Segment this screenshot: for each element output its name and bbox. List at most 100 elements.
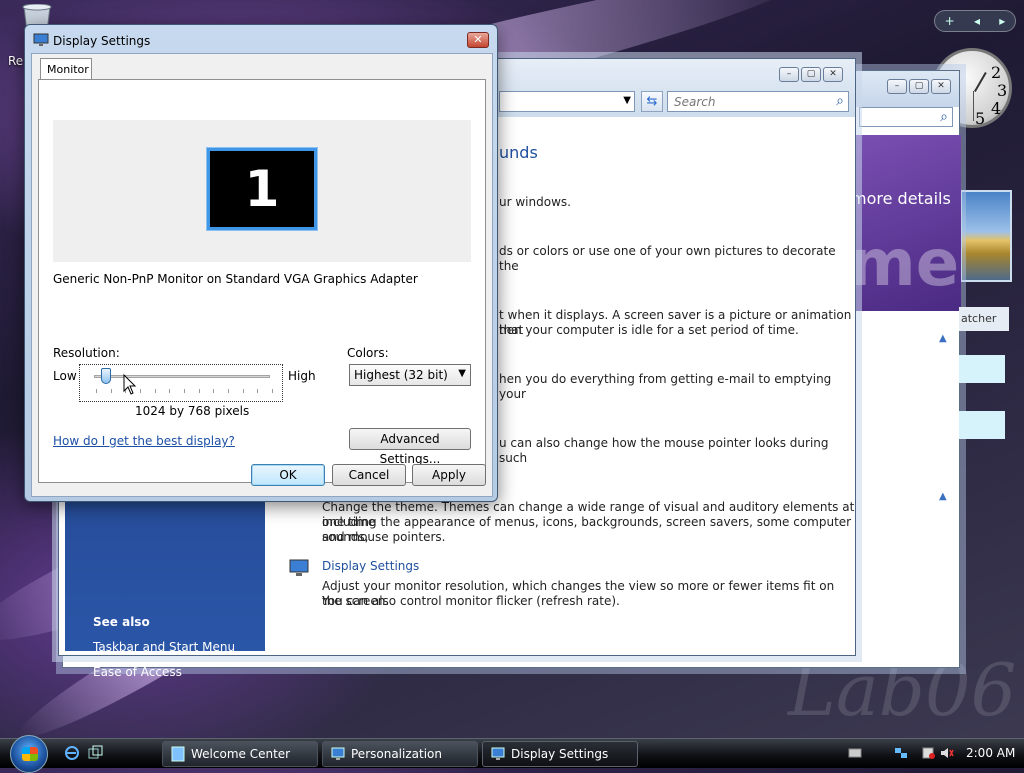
taskbar-item-welcome-center[interactable]: Welcome Center [162,741,318,767]
monitor-tab-panel: 1 Generic Non-PnP Monitor on Standard VG… [38,79,486,483]
slider-tick [242,389,244,393]
slider-tick [198,389,200,393]
slider-thumb[interactable] [100,368,111,384]
slider-tick [110,389,112,393]
colors-selected-value: Highest (32 bit) [354,368,448,382]
cancel-button[interactable]: Cancel [332,464,406,486]
chevron-down-icon[interactable]: ▼ [458,368,466,379]
high-label: High [288,369,316,383]
taskbar: Welcome Center Personalization Display S… [0,735,1024,773]
page-title: unds [499,143,538,162]
task-label: Display Settings [511,747,609,761]
side-tab[interactable]: atcher [959,307,1009,331]
clock-minute-hand [973,91,974,121]
volume-muted-icon[interactable] [940,747,954,759]
slider-tick [257,389,259,393]
clock-numeral: 2 [991,63,1002,82]
monitor-preview-area: 1 [53,120,471,262]
start-button[interactable] [10,735,48,773]
search-icon[interactable]: ⌕ [836,93,844,109]
advanced-settings-button[interactable]: Advanced Settings... [349,428,471,466]
dialog-client: Monitor 1 Generic Non-PnP Monitor on Sta… [31,53,493,497]
item-description: ds or colors or use one of your own pict… [499,244,836,273]
clock-numeral: 4 [991,99,1002,118]
monitor-1-preview[interactable]: 1 [206,147,318,231]
slider-tick [213,389,215,393]
clock-numeral: 5 [975,109,986,128]
theme-description: and mouse pointers. [322,530,446,544]
item-description: hen you do everything from getting e-mai… [499,372,832,401]
display-settings-icon [491,747,505,760]
network-icon[interactable] [894,747,908,759]
slider-tick [184,389,185,393]
monitor-name: Generic Non-PnP Monitor on Standard VGA … [53,272,418,286]
clock-hour-hand [974,71,987,92]
taskbar-item-display-settings[interactable]: Display Settings [482,741,638,767]
slider-tick [140,389,141,393]
security-alert-icon[interactable] [922,747,936,759]
recycle-bin-label[interactable]: Re [8,54,23,68]
gadget-next-button[interactable]: ▸ [999,14,1005,28]
display-description: You can also control monitor flicker (re… [322,594,620,608]
collapse-icon[interactable]: ▲ [939,491,947,502]
apply-button[interactable]: Apply [412,464,486,486]
banner-text: me [849,227,960,301]
display-settings-dialog[interactable]: Display Settings ✕ Monitor 1 Generic Non… [24,24,498,502]
slideshow-gadget[interactable] [960,190,1012,282]
chevron-down-icon[interactable]: ▼ [623,95,631,106]
slider-tick [154,389,156,393]
ok-button[interactable]: OK [251,464,325,486]
minimize-icon[interactable]: – [779,67,799,82]
taskbar-start-menu-link[interactable]: Taskbar and Start Menu [93,640,235,654]
slider-tick [96,389,97,393]
close-icon[interactable]: ✕ [823,67,843,82]
taskbar-item-personalization[interactable]: Personalization [322,741,478,767]
keyboard-icon[interactable] [848,747,862,759]
monitor-icon [331,747,345,760]
minimize-icon[interactable]: – [887,79,907,94]
internet-explorer-icon[interactable] [64,745,80,761]
add-gadget-button[interactable]: + [945,14,955,28]
maximize-icon[interactable]: ▢ [909,79,929,94]
see-also-heading: See also [93,615,150,629]
item-description: ur windows. [499,195,571,209]
slider-track[interactable] [94,375,270,378]
windows-logo-icon [22,747,38,761]
collapse-icon[interactable]: ▲ [939,333,947,344]
search-placeholder: Search [674,95,716,109]
side-row [959,355,1005,383]
resolution-label: Resolution: [53,346,120,360]
low-label: Low [53,369,77,383]
close-button[interactable]: ✕ [467,32,489,48]
resolution-value: 1024 by 768 pixels [135,404,250,418]
welcome-caption-buttons: – ▢ ✕ [887,79,951,94]
more-details-link[interactable]: more details [851,189,951,208]
dialog-title: Display Settings [53,34,151,48]
address-bar[interactable]: ▼ [499,91,635,112]
search-icon[interactable]: ⌕ [940,109,948,125]
colors-label: Colors: [347,346,389,360]
refresh-icon[interactable]: ⇆ [641,91,663,112]
resolution-slider[interactable] [79,364,283,402]
task-label: Personalization [351,747,442,761]
tab-monitor[interactable]: Monitor [40,58,92,80]
maximize-icon[interactable]: ▢ [801,67,821,82]
document-icon [171,746,185,762]
close-icon[interactable]: ✕ [931,79,951,94]
system-clock[interactable]: 2:00 AM [966,746,1015,760]
ease-of-access-link[interactable]: Ease of Access [93,665,182,679]
switch-windows-icon[interactable] [88,745,104,761]
slider-tick [228,389,229,393]
gadget-prev-button[interactable]: ◂ [974,14,980,28]
task-label: Welcome Center [191,747,291,761]
item-description: u can also change how the mouse pointer … [499,436,829,465]
clock-numeral: 3 [997,81,1008,100]
side-row [959,411,1005,439]
monitor-icon[interactable] [289,559,309,577]
search-input[interactable]: Search ⌕ [667,91,849,112]
welcome-search-box[interactable]: ⌕ [859,107,953,127]
item-description: hen your computer is idle for a set peri… [499,323,799,337]
colors-select[interactable]: Highest (32 bit) ▼ [349,364,471,386]
display-settings-link[interactable]: Display Settings [322,559,419,573]
best-display-help-link[interactable]: How do I get the best display? [53,434,235,448]
